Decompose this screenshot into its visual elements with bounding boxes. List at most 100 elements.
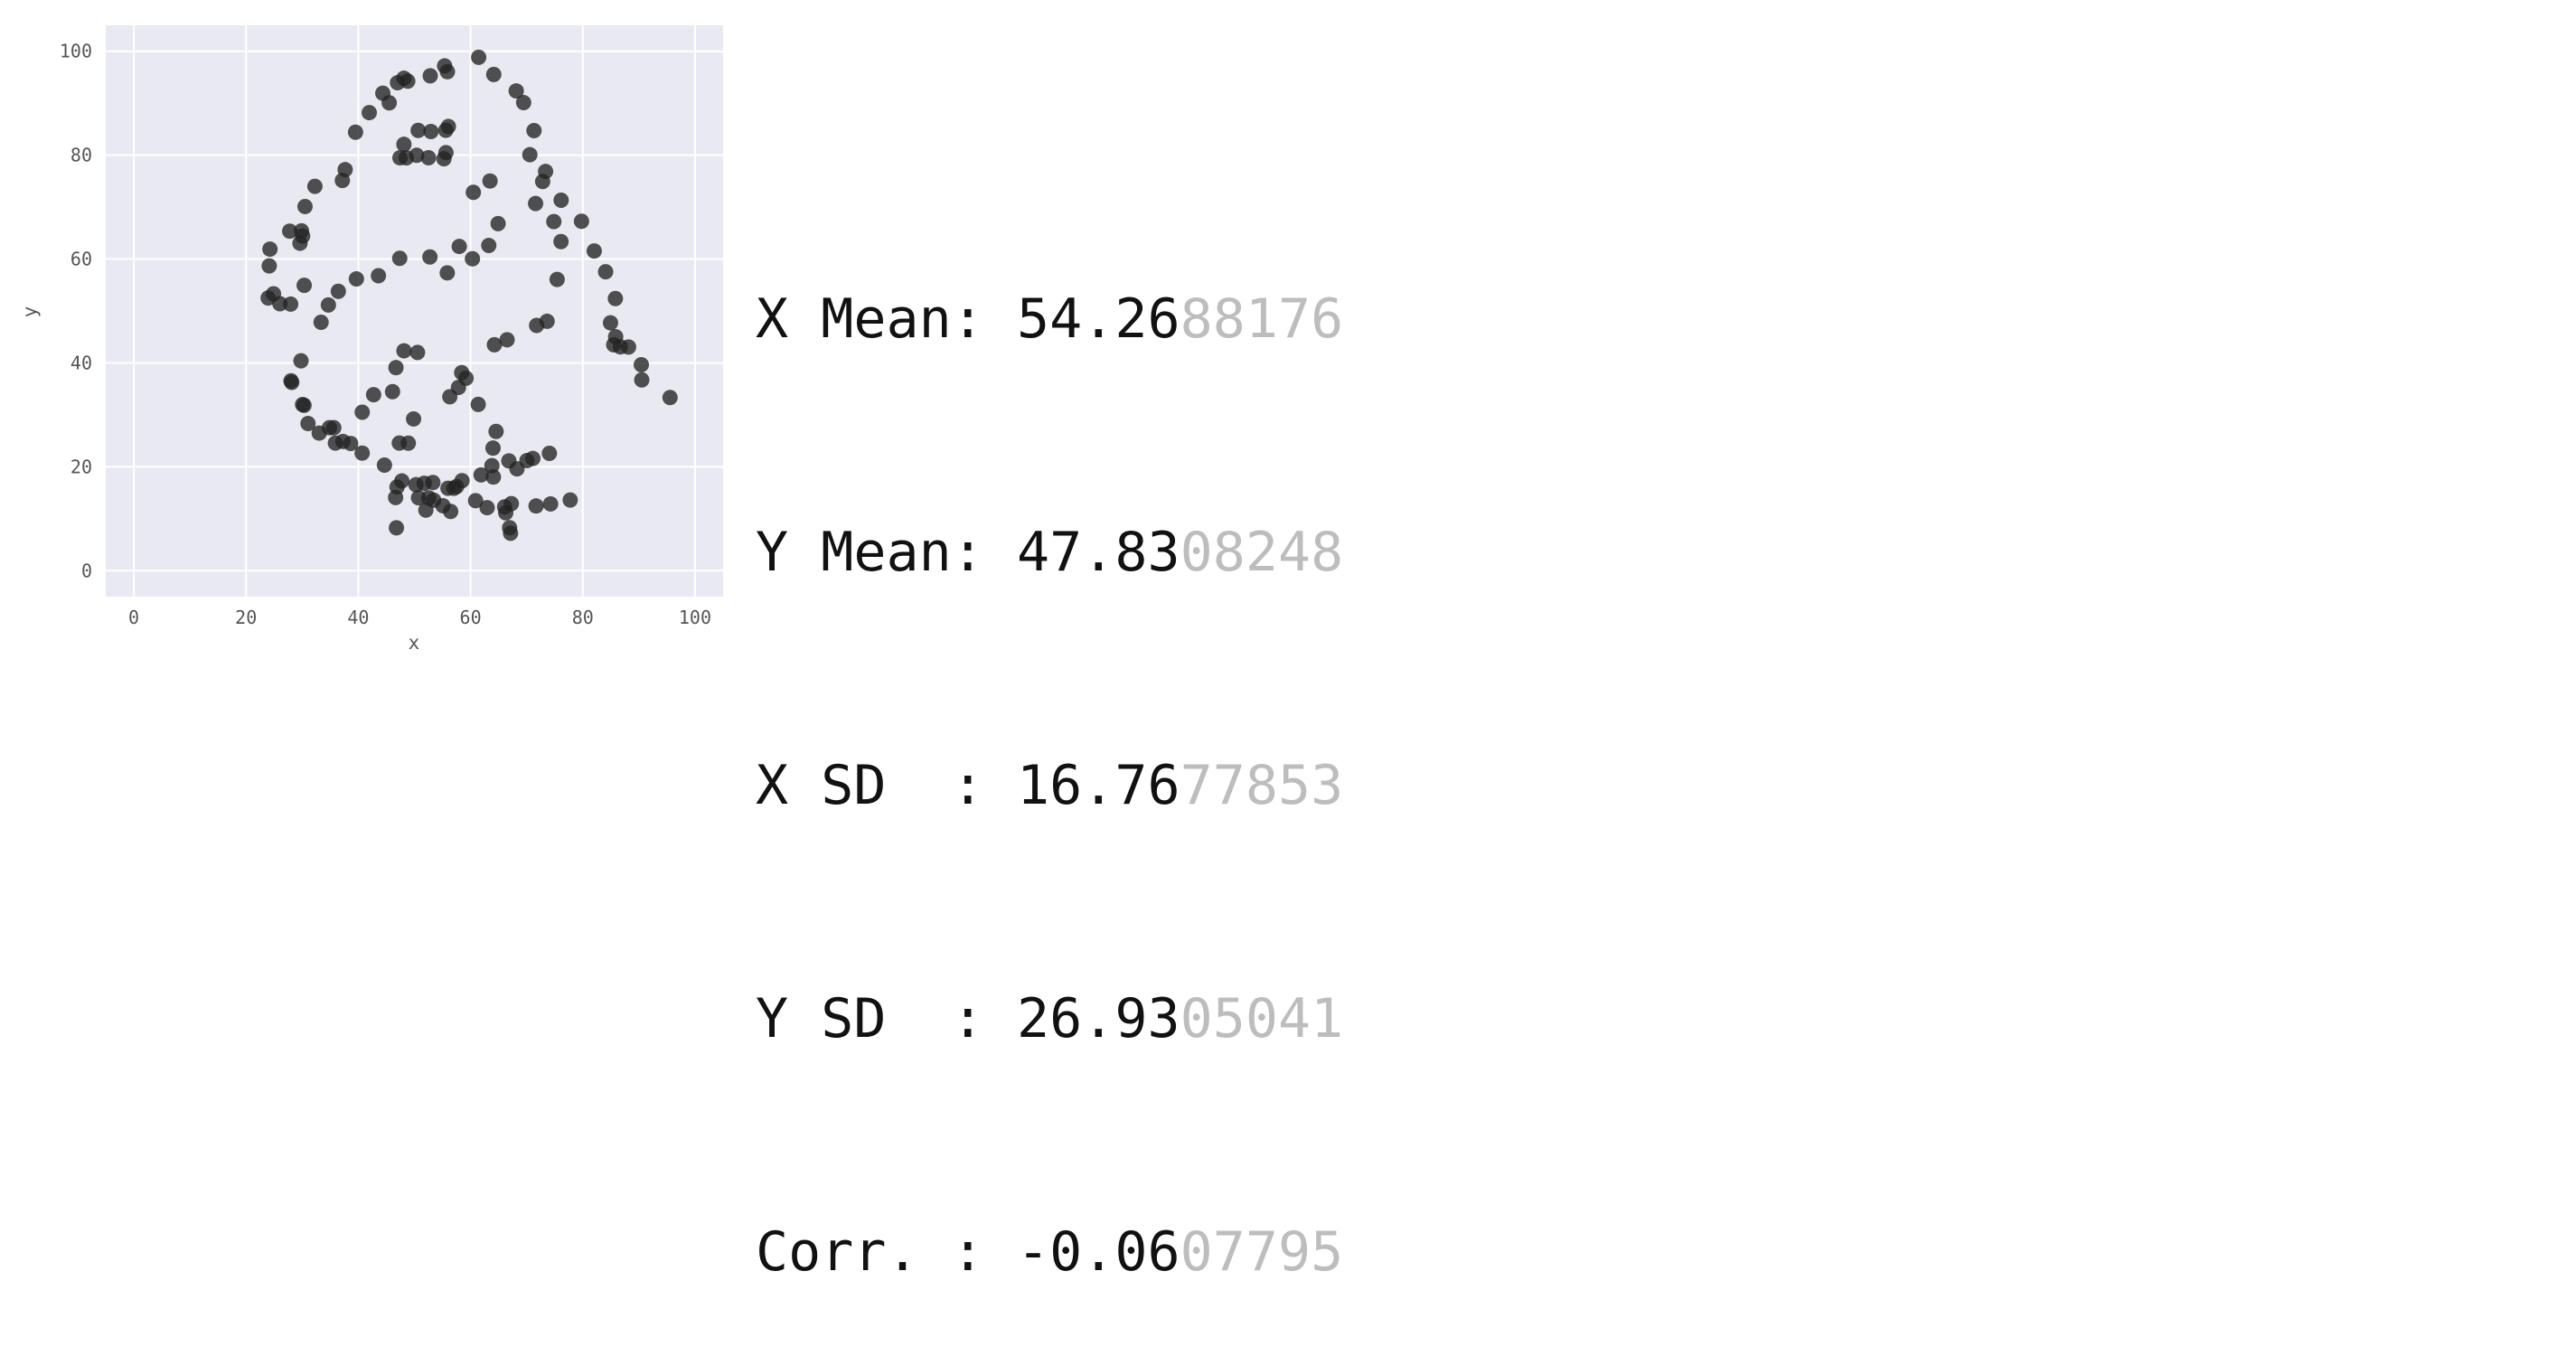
- data-point: [321, 419, 337, 436]
- stat-value-faded-digits: 08248: [1180, 521, 1344, 584]
- data-point: [607, 329, 624, 345]
- data-point: [283, 372, 299, 389]
- stat-value: 16.76: [1016, 754, 1180, 817]
- data-point: [422, 68, 438, 84]
- data-point: [384, 383, 400, 400]
- data-point: [348, 271, 364, 287]
- data-point: [451, 239, 467, 255]
- data-point: [406, 410, 422, 427]
- data-point: [485, 66, 502, 82]
- stat-value: 47.83: [1016, 521, 1180, 584]
- data-point: [390, 75, 406, 91]
- data-point: [283, 296, 299, 312]
- data-point: [423, 123, 439, 139]
- data-point: [293, 353, 309, 369]
- data-point: [371, 268, 387, 284]
- data-point: [418, 502, 434, 518]
- data-point: [396, 137, 412, 153]
- data-point: [292, 235, 308, 251]
- data-point: [553, 233, 569, 250]
- data-point: [376, 457, 392, 473]
- data-point: [354, 445, 371, 461]
- data-point: [534, 174, 550, 190]
- stat-value-faded-digits: 88176: [1180, 287, 1344, 351]
- data-point: [529, 317, 545, 334]
- data-point: [481, 238, 497, 254]
- data-point: [388, 489, 404, 505]
- data-point: [562, 492, 578, 508]
- data-point: [522, 146, 538, 163]
- data-point: [422, 249, 438, 265]
- data-point: [296, 278, 313, 294]
- data-point: [526, 123, 542, 139]
- data-point: [470, 396, 486, 412]
- data-point: [381, 95, 398, 111]
- summary-statistics: X Mean: 54.2688176 Y Mean: 47.8308248 X …: [756, 125, 1343, 1356]
- data-point: [607, 290, 624, 306]
- data-point: [471, 49, 487, 65]
- data-point: [465, 184, 482, 201]
- data-point: [634, 372, 650, 388]
- data-point: [443, 504, 459, 520]
- data-point: [484, 440, 501, 457]
- data-point: [334, 173, 351, 189]
- data-point: [400, 435, 417, 451]
- data-point: [327, 435, 343, 451]
- data-point: [597, 264, 614, 280]
- stat-label: X SD :: [756, 754, 1017, 817]
- data-point: [454, 473, 470, 489]
- data-point: [296, 397, 312, 413]
- data-point: [458, 370, 475, 386]
- data-point: [396, 343, 412, 359]
- data-point: [528, 498, 544, 514]
- data-point: [347, 124, 363, 140]
- data-point: [662, 390, 678, 406]
- stat-label: X Mean:: [756, 287, 1017, 351]
- x-tick-label: 60: [460, 607, 482, 628]
- stat-x-sd: X SD : 16.7677853: [756, 747, 1343, 824]
- stat-value: 54.26: [1016, 287, 1180, 351]
- data-point: [409, 344, 426, 361]
- data-point: [490, 215, 506, 231]
- x-tick-label: 100: [679, 607, 711, 628]
- data-point: [296, 198, 313, 214]
- data-point: [440, 118, 456, 135]
- plot-background: [106, 25, 723, 597]
- data-point: [365, 387, 381, 403]
- data-point: [503, 525, 519, 541]
- x-axis-label: x: [409, 632, 420, 654]
- data-point: [485, 469, 502, 485]
- x-tick-label: 40: [347, 607, 369, 628]
- data-point: [439, 63, 456, 80]
- data-point: [586, 243, 602, 259]
- data-point: [330, 283, 346, 299]
- data-point: [541, 445, 558, 461]
- data-point: [479, 500, 495, 516]
- data-point: [354, 404, 371, 420]
- stat-value: -0.06: [1016, 1220, 1180, 1284]
- data-point: [634, 357, 650, 373]
- data-point: [515, 95, 531, 111]
- data-point: [442, 389, 458, 405]
- y-axis-label: y: [19, 306, 41, 318]
- data-point: [306, 178, 323, 194]
- stat-value-faded-digits: 05041: [1180, 987, 1344, 1050]
- data-point: [546, 213, 562, 230]
- data-point: [262, 241, 278, 258]
- x-tick-label: 20: [235, 607, 257, 628]
- data-point: [313, 315, 329, 331]
- data-point: [320, 297, 336, 313]
- data-point: [542, 495, 559, 512]
- stat-correlation: Corr. : -0.0607795: [756, 1213, 1343, 1291]
- data-point: [261, 258, 277, 274]
- stat-value: 26.93: [1016, 987, 1180, 1050]
- data-point: [549, 271, 565, 287]
- data-point: [391, 250, 408, 267]
- data-point: [573, 213, 589, 230]
- stat-x-mean: X Mean: 54.2688176: [756, 280, 1343, 358]
- data-point: [528, 195, 544, 212]
- x-tick-label: 80: [572, 607, 594, 628]
- data-point: [553, 193, 569, 209]
- data-point: [620, 339, 636, 355]
- data-point: [498, 504, 514, 521]
